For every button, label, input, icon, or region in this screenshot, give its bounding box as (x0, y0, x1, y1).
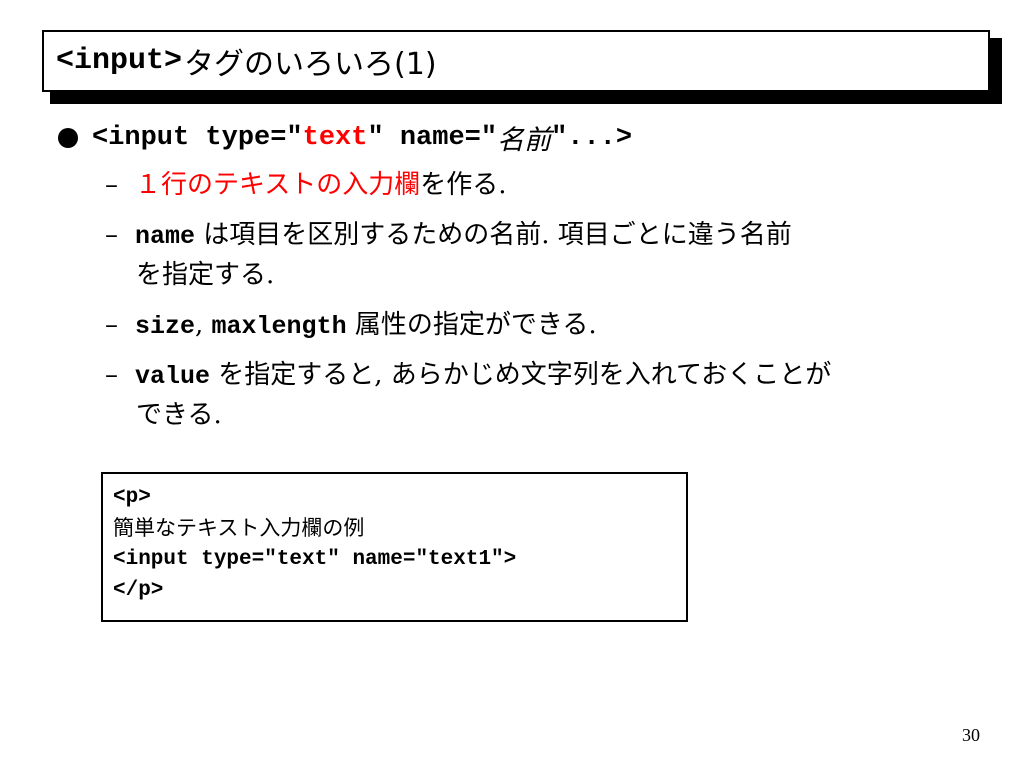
sub-item-2: – name は項目を区別するための名前. 項目ごとに違う名前 (105, 216, 792, 256)
page-number: 30 (962, 725, 980, 745)
bullet-code-3: "...> (551, 122, 633, 153)
bullet-code-1: <input type=" (92, 122, 303, 153)
sub-item-3-code: size (135, 312, 196, 341)
sub-item-1-highlight: １行のテキストの入力欄 (135, 170, 421, 200)
sub-item-2-code: name (135, 222, 196, 251)
code-line-1: <p> (113, 486, 151, 509)
sub-item-4-code: value (135, 362, 211, 391)
dash-mark: – (105, 220, 118, 250)
sub-item-1: –１行のテキストの入力欄を作る. (105, 166, 507, 204)
bullet-dot-icon (58, 127, 78, 148)
slide-title: <input> タグのいろいろ(1) (42, 30, 990, 92)
sub-item-3-code2: maxlength (211, 312, 347, 341)
sub-item-3-text: 属性の指定ができる. (346, 310, 597, 340)
sub-item-2-text: は項目を区別するための名前. 項目ごとに違う名前 (195, 220, 792, 250)
dash-mark: – (105, 360, 118, 390)
dash-mark: – (105, 170, 118, 200)
sub-item-4-continuation: できる. (136, 400, 222, 430)
code-line-4: </p> (113, 579, 164, 602)
bullet-code-2: " name=" (367, 122, 498, 153)
code-line-2: 簡単なテキスト入力欄の例 (113, 516, 365, 540)
bullet-type-value: text (302, 122, 368, 153)
sub-item-3-sep: , (195, 310, 212, 340)
main-bullet: <input type=" text " name=" 名前 "...> (58, 118, 632, 157)
sub-item-4: – value を指定すると, あらかじめ文字列を入れておくことが (105, 356, 831, 396)
sub-item-4-text: を指定すると, あらかじめ文字列を入れておくことが (210, 360, 832, 390)
sub-item-3: – size, maxlength 属性の指定ができる. (105, 306, 597, 346)
sub-item-1-suffix: を作る. (420, 170, 507, 200)
bullet-name-value: 名前 (497, 125, 552, 156)
dash-mark: – (105, 310, 118, 340)
title-text: タグのいろいろ(1) (184, 47, 437, 82)
sub-item-2-continuation: を指定する. (136, 260, 275, 290)
code-example-box: <p> 簡単なテキスト入力欄の例 <input type="text" name… (101, 472, 688, 622)
code-line-3: <input type="text" name="text1"> (113, 548, 517, 571)
title-tag: <input> (56, 44, 183, 78)
